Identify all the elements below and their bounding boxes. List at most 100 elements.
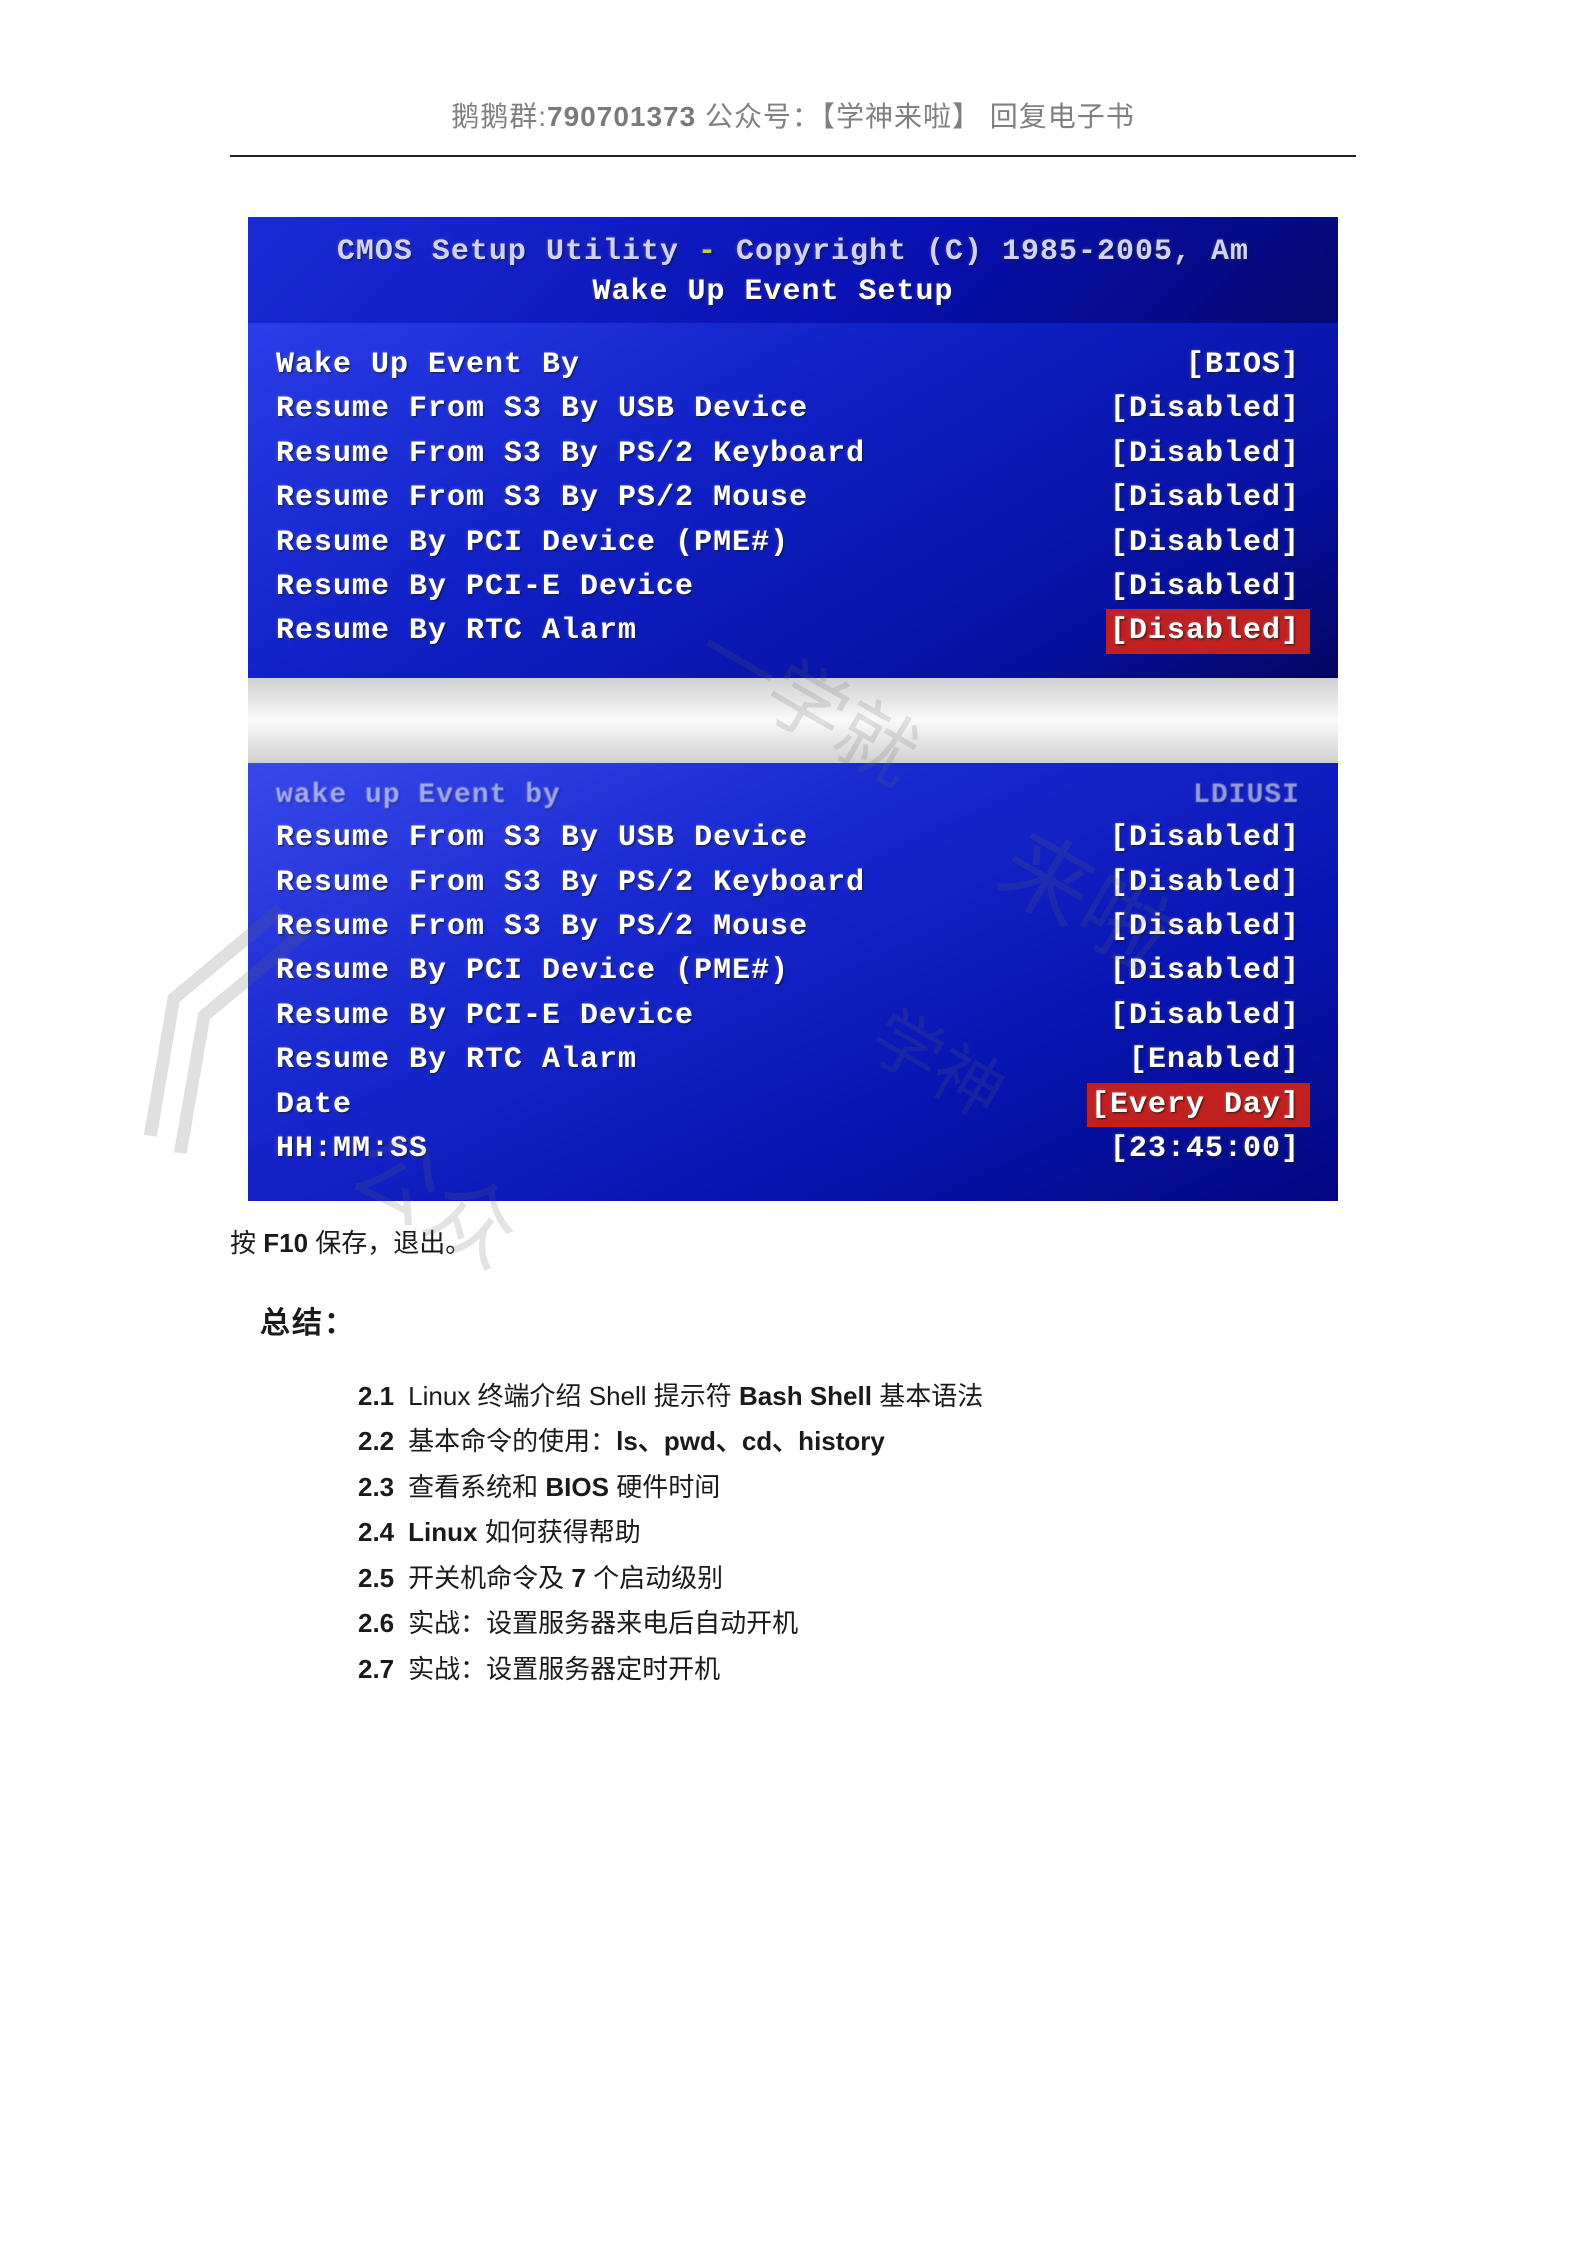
- page-header: 鹅鹅群:790701373 公众号：【学神来啦】 回复电子书: [230, 95, 1356, 135]
- bios-row-value: [Enabled]: [1129, 1038, 1310, 1082]
- summary-item: 2.1 Linux 终端介绍 Shell 提示符 Bash Shell 基本语法: [358, 1374, 1356, 1420]
- bios-row-value-highlight: [Disabled]: [1106, 609, 1310, 653]
- bios-row-value: [Disabled]: [1110, 387, 1310, 431]
- header-divider: [230, 155, 1356, 157]
- bios-row-label: Resume From S3 By USB Device: [276, 387, 808, 431]
- save-suffix: 保存，退出。: [308, 1228, 471, 1258]
- bios-row-dimmed: wake up Event by LDIUSI: [276, 775, 1310, 816]
- bios-title-sub: Wake Up Event Setup: [248, 275, 1338, 309]
- summary-item: 2.7 实战：设置服务器定时开机: [358, 1647, 1356, 1693]
- bios-row-label: Resume By PCI Device (PME#): [276, 949, 789, 993]
- summary-item-text: 7: [571, 1563, 585, 1593]
- summary-item-text: 开关机命令及: [408, 1563, 571, 1593]
- summary-item: 2.3 查看系统和 BIOS 硬件时间: [358, 1465, 1356, 1511]
- summary-item-num: 2.4: [358, 1517, 394, 1547]
- bios-row-label: Resume By PCI-E Device: [276, 565, 694, 609]
- bios-row-value: [Disabled]: [1110, 521, 1310, 565]
- summary-item-text: 基本命令的使用：: [408, 1426, 616, 1456]
- bios-row-label: Resume From S3 By PS/2 Mouse: [276, 476, 808, 520]
- bios-row: Resume From S3 By PS/2 Keyboard [Disabled…: [276, 861, 1310, 905]
- bios-panel-gap: [248, 678, 1338, 763]
- bios-row: Resume By RTC Alarm [Enabled]: [276, 1038, 1310, 1082]
- bios-panel-1: Wake Up Event By [BIOS] Resume From S3 By…: [248, 323, 1338, 678]
- bios-row-value: [Disabled]: [1110, 565, 1310, 609]
- bios-row-label: Resume By PCI Device (PME#): [276, 521, 789, 565]
- summary-item-text: Linux 终端介绍 Shell 提示符: [408, 1381, 739, 1411]
- bios-row-label: Resume From S3 By PS/2 Mouse: [276, 905, 808, 949]
- bios-row-value: [Disabled]: [1110, 476, 1310, 520]
- bios-row-value: [23:45:00]: [1110, 1127, 1310, 1171]
- bios-row: Resume From S3 By PS/2 Mouse [Disabled]: [276, 905, 1310, 949]
- bios-row-label: Resume By RTC Alarm: [276, 609, 637, 653]
- summary-item-text: Bash Shell: [739, 1381, 872, 1411]
- summary-title: 总结：: [260, 1295, 1356, 1352]
- bios-title-main: CMOS Setup Utility - Copyright (C) 1985-…: [248, 235, 1338, 269]
- bios-row: Resume By RTC Alarm [Disabled]: [276, 609, 1310, 653]
- save-key: F10: [263, 1228, 308, 1258]
- summary-item-text: 个启动级别: [586, 1563, 723, 1593]
- bios-row-label: Resume From S3 By PS/2 Keyboard: [276, 861, 865, 905]
- bios-row-value: [Disabled]: [1110, 816, 1310, 860]
- summary-item: 2.5 开关机命令及 7 个启动级别: [358, 1556, 1356, 1602]
- bios-title-bar: CMOS Setup Utility - Copyright (C) 1985-…: [248, 217, 1338, 323]
- summary-item-text: 硬件时间: [609, 1472, 720, 1502]
- bios-row: Date [Every Day]: [276, 1083, 1310, 1127]
- bios-row-label: Wake Up Event By: [276, 343, 580, 387]
- save-prefix: 按: [230, 1228, 263, 1258]
- bios-row-value: LDIUSI: [1193, 775, 1310, 816]
- bios-title-copyright: Copyright (C) 1985-2005, Am: [736, 235, 1249, 269]
- header-group-label: 鹅鹅群:: [451, 101, 547, 132]
- bios-row: Resume By PCI Device (PME#) [Disabled]: [276, 949, 1310, 993]
- summary-item-text: BIOS: [545, 1472, 609, 1502]
- summary-item-num: 2.1: [358, 1381, 394, 1411]
- bios-row-value: [Disabled]: [1110, 905, 1310, 949]
- bios-row: HH:MM:SS [23:45:00]: [276, 1127, 1310, 1171]
- bios-row-label: wake up Event by: [276, 775, 561, 816]
- bios-row: Resume From S3 By USB Device [Disabled]: [276, 387, 1310, 431]
- text-section: 按 F10 保存，退出。 总结： 2.1 Linux 终端介绍 Shell 提示符…: [230, 1219, 1356, 1692]
- bios-row-value: [Disabled]: [1110, 861, 1310, 905]
- bios-row: Resume By PCI-E Device [Disabled]: [276, 994, 1310, 1038]
- bios-row-label: HH:MM:SS: [276, 1127, 428, 1171]
- summary-item-num: 2.7: [358, 1654, 394, 1684]
- bios-row-value: [Disabled]: [1110, 949, 1310, 993]
- summary-item: 2.6 实战：设置服务器来电后自动开机: [358, 1601, 1356, 1647]
- summary-item-text: Linux: [408, 1517, 477, 1547]
- bios-row: Resume By PCI Device (PME#) [Disabled]: [276, 521, 1310, 565]
- bios-row-label: Resume From S3 By PS/2 Keyboard: [276, 432, 865, 476]
- summary-item-num: 2.3: [358, 1472, 394, 1502]
- bios-row-value: [BIOS]: [1186, 343, 1310, 387]
- summary-item-text: 实战：设置服务器定时开机: [408, 1654, 720, 1684]
- bios-panel-2: wake up Event by LDIUSI Resume From S3 By…: [248, 763, 1338, 1202]
- header-group-number: 790701373: [547, 101, 696, 132]
- header-wechat-label: 公众号：【学神来啦】 回复电子书: [705, 101, 1135, 132]
- bios-row: Resume From S3 By USB Device [Disabled]: [276, 816, 1310, 860]
- summary-item-text: ls、pwd、cd、history: [616, 1426, 885, 1456]
- summary-item: 2.2 基本命令的使用：ls、pwd、cd、history: [358, 1419, 1356, 1465]
- summary-list: 2.1Linux 终端介绍 Shell 提示符 Bash Shell 基本语法2…: [358, 1374, 1356, 1693]
- bios-row: Resume By PCI-E Device [Disabled]: [276, 565, 1310, 609]
- header-spacer: [696, 101, 705, 132]
- bios-row-value: [Disabled]: [1110, 432, 1310, 476]
- summary-item-text: 如何获得帮助: [478, 1517, 641, 1547]
- bios-row-value: [Disabled]: [1110, 994, 1310, 1038]
- summary-item-num: 2.6: [358, 1608, 394, 1638]
- summary-item: 2.4 Linux 如何获得帮助: [358, 1510, 1356, 1556]
- bios-row-label: Resume By PCI-E Device: [276, 994, 694, 1038]
- summary-item-text: 实战：设置服务器来电后自动开机: [408, 1608, 798, 1638]
- bios-row-label: Date: [276, 1083, 352, 1127]
- bios-row: Resume From S3 By PS/2 Mouse [Disabled]: [276, 476, 1310, 520]
- summary-item-num: 2.2: [358, 1426, 394, 1456]
- bios-title-dash: -: [679, 235, 736, 269]
- bios-row-label: Resume From S3 By USB Device: [276, 816, 808, 860]
- save-note: 按 F10 保存，退出。: [230, 1219, 1356, 1268]
- bios-row: Resume From S3 By PS/2 Keyboard [Disabled…: [276, 432, 1310, 476]
- bios-row-value-highlight: [Every Day]: [1087, 1083, 1310, 1127]
- bios-row-label: Resume By RTC Alarm: [276, 1038, 637, 1082]
- bios-screenshot: CMOS Setup Utility - Copyright (C) 1985-…: [248, 217, 1338, 1201]
- bios-title-utility: CMOS Setup Utility: [337, 235, 679, 269]
- bios-row: Wake Up Event By [BIOS]: [276, 343, 1310, 387]
- summary-item-num: 2.5: [358, 1563, 394, 1593]
- summary-item-text: 基本语法: [872, 1381, 983, 1411]
- summary-item-text: 查看系统和: [408, 1472, 545, 1502]
